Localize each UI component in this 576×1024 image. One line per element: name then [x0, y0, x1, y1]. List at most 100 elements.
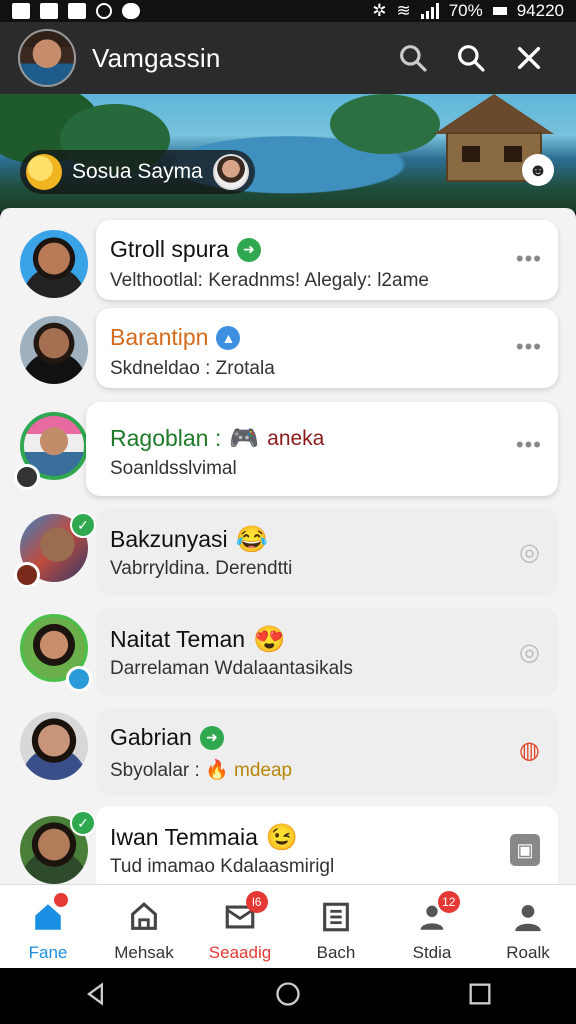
lock-icon[interactable]: ▣ [510, 834, 540, 866]
chat-message: Soanldsslvimal [110, 458, 237, 479]
chat-name-suffix: aneka [267, 426, 325, 450]
status-bar: ✲ ≋ 70% 94220 [0, 0, 576, 22]
chat-bubble-icon: ◎ [519, 539, 540, 566]
chat-name-text: Iwan Temmaia [110, 824, 258, 850]
smile-emoji-icon: 😉 [265, 822, 299, 852]
search-button-secondary[interactable] [442, 29, 500, 87]
group-chip[interactable]: Sosua Sayma [20, 150, 255, 194]
chat-row[interactable]: ✓ Iwan Temmaia 😉 Tud imamao Kdalaasmirig… [0, 806, 576, 884]
chat-name: Iwan Temmaia 😉 [110, 822, 298, 853]
chat-list: Gtroll spura ➜ Velthootlal: Keradnms! Al… [0, 208, 576, 884]
chat-row[interactable]: Barantipn ▲ Skdneldao : Zrotala ••• [0, 308, 576, 398]
chat-name-text: Bakzunyasi [110, 526, 228, 552]
chat-card[interactable]: Ragoblan : 🎮 aneka Soanldsslvimal ••• [86, 402, 558, 496]
chip-avatar [212, 154, 249, 190]
back-button[interactable] [82, 980, 110, 1013]
mail-notification-icon [68, 3, 86, 19]
chat-name: Naitat Teman 😍 [110, 624, 285, 655]
chat-message: Velthootlal: Keradnms! Alegaly: l2ame [110, 270, 429, 291]
clock: 94220 [516, 1, 564, 20]
recents-icon [469, 983, 491, 1004]
status-icon [14, 562, 40, 588]
nav-item-mehsak[interactable]: Mehsak [96, 885, 192, 968]
nav-label: Stdia [412, 943, 452, 962]
emoji-icon [26, 154, 62, 190]
nav-item-roalk[interactable]: Roalk [480, 885, 576, 968]
status-icon [66, 666, 92, 692]
list-icon [318, 899, 354, 935]
more-icon[interactable]: ••• [516, 432, 542, 458]
chat-card[interactable]: Naitat Teman 😍 Darrelaman Wdalaantasikal… [96, 608, 558, 696]
chat-message: Vabrryldina. Derendtti [110, 558, 293, 579]
chat-name-text: Barantipn [110, 324, 209, 350]
heart-eyes-emoji-icon: 😍 [253, 624, 286, 654]
app-header: Vamgassin [0, 22, 576, 94]
avatar [20, 712, 88, 780]
notification-icon [40, 3, 58, 19]
nav-badge: l6 [245, 891, 268, 913]
chat-row[interactable]: Naitat Teman 😍 Darrelaman Wdalaantasikal… [0, 608, 576, 704]
recents-button[interactable] [466, 980, 494, 1013]
battery-icon [492, 7, 507, 15]
chat-row[interactable]: Ragoblan : 🎮 aneka Soanldsslvimal ••• [0, 400, 576, 500]
chat-name: Gtroll spura ➜ [110, 236, 261, 263]
house-outline-icon [126, 899, 162, 935]
chat-card[interactable]: Gabrian ➜ Sbyolalar : 🔥 mdeap ◍ [96, 708, 558, 796]
chat-card[interactable]: Gtroll spura ➜ Velthootlal: Keradnms! Al… [96, 220, 558, 300]
nav-label: Bach [316, 943, 356, 962]
page-title: Vamgassin [92, 42, 221, 73]
close-icon [517, 46, 541, 70]
nav-item-home[interactable]: Fane [0, 885, 96, 968]
status-icon [14, 464, 40, 490]
more-icon[interactable]: ••• [516, 334, 542, 360]
group-chip-label: Sosua Sayma [72, 160, 203, 183]
nav-item-stdia[interactable]: 12 Stdia [384, 885, 480, 968]
profile-avatar[interactable] [18, 29, 76, 87]
chat-name-text: Naitat Teman [110, 626, 246, 652]
chat-name: Bakzunyasi 😂 [110, 524, 268, 555]
smiley-icon[interactable]: ☻ [522, 154, 554, 186]
verified-icon: ✓ [70, 512, 96, 538]
status-right: ✲ ≋ 70% 94220 [372, 1, 564, 21]
battery-percent: 70% [448, 1, 483, 20]
chat-bubble-icon: ◎ [519, 639, 540, 666]
notification-icon [12, 3, 30, 19]
chat-name-text: Gtroll spura [110, 236, 229, 262]
home-button[interactable] [274, 980, 302, 1013]
chat-row[interactable]: ✓ Bakzunyasi 😂 Vabrryldina. Derendtti ◎ [0, 508, 576, 604]
chat-card[interactable]: Barantipn ▲ Skdneldao : Zrotala ••• [96, 308, 558, 388]
nav-item-seaadig[interactable]: l6 Seaadig [192, 885, 288, 968]
chat-card[interactable]: Bakzunyasi 😂 Vabrryldina. Derendtti ◎ [96, 508, 558, 596]
verified-icon: ✓ [70, 810, 96, 836]
nav-item-bach[interactable]: Bach [288, 885, 384, 968]
chat-row[interactable]: Gabrian ➜ Sbyolalar : 🔥 mdeap ◍ [0, 708, 576, 804]
bottom-navigation: Fane Mehsak l6 Seaadig Bach 12 Stdia Roa… [0, 884, 576, 968]
back-icon [87, 981, 103, 1006]
circle-notification-icon [96, 3, 112, 19]
chat-name: Barantipn ▲ [110, 324, 241, 351]
chat-message: Sbyolalar : 🔥 mdeap [110, 758, 292, 782]
laughing-emoji-icon: 😂 [235, 524, 268, 554]
close-button[interactable] [500, 29, 558, 87]
chat-name-text: Gabrian [110, 724, 192, 750]
status-left-icons [12, 3, 140, 19]
wifi-icon: ≋ [396, 1, 411, 20]
chat-bubble-alert-icon: ◍ [519, 737, 540, 764]
nav-badge: 12 [437, 891, 460, 913]
nav-label: Mehsak [114, 943, 174, 962]
verified-icon: ➜ [199, 725, 224, 750]
more-icon[interactable]: ••• [516, 246, 542, 272]
search-button[interactable] [384, 29, 442, 87]
chat-message: Skdneldao : Zrotala [110, 358, 275, 379]
avatar [20, 316, 88, 384]
nav-label: Seaadig [208, 943, 272, 962]
chat-message: Tud imamao Kdalaasmirigl [110, 856, 335, 877]
nav-label: Fane [28, 943, 68, 962]
chat-card[interactable]: Iwan Temmaia 😉 Tud imamao Kdalaasmirigl … [96, 806, 558, 884]
nav-label: Roalk [506, 943, 550, 962]
person-badge-icon: ▲ [216, 325, 241, 350]
chat-message-text: mdeap [234, 760, 293, 781]
chat-row[interactable]: Gtroll spura ➜ Velthootlal: Keradnms! Al… [0, 218, 576, 308]
chat-message-prefix: Sbyolalar : [110, 760, 200, 781]
tree-decoration [330, 94, 440, 154]
